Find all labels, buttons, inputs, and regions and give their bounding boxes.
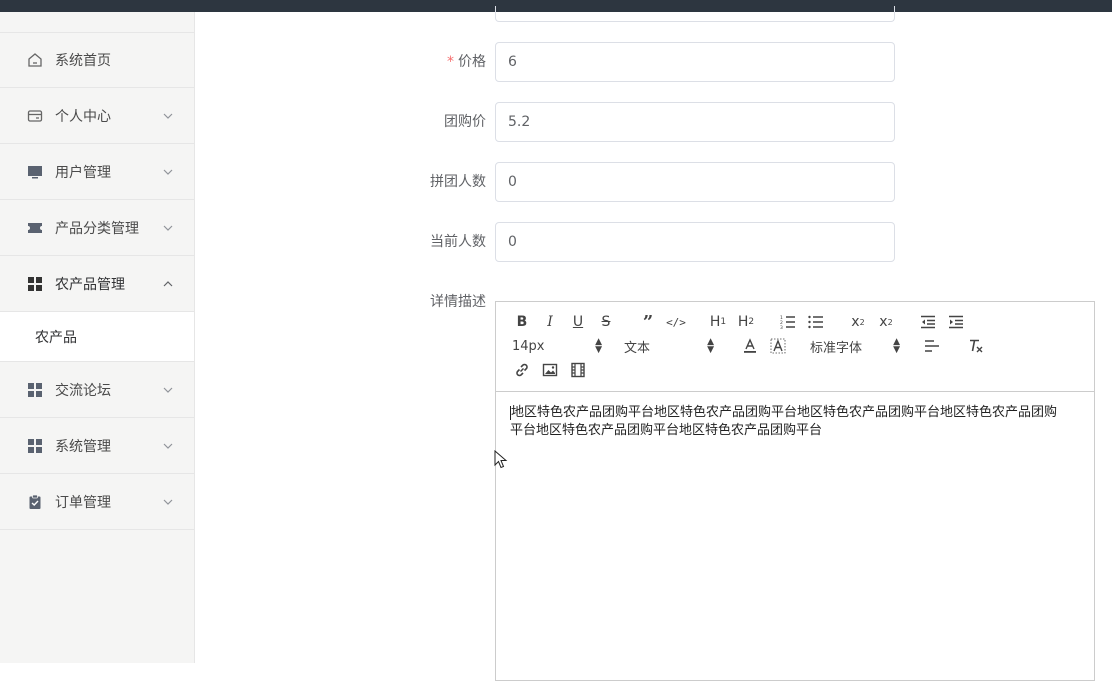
sidebar-item-product-management[interactable]: 农产品管理 <box>0 256 194 312</box>
toolbar-row-2: 14px ▲ ▼ 文本 ▲ ▼ 标准字体 ▲ ▼ <box>508 334 990 358</box>
indent-button[interactable] <box>942 310 970 334</box>
form-row-price: * 价格 <box>396 42 896 82</box>
sidebar-item-label: 农产品管理 <box>55 276 125 293</box>
updown-arrow-icon: ▲ ▼ <box>893 337 900 355</box>
link-icon <box>516 363 528 377</box>
chevron-up-icon <box>163 280 173 286</box>
sidebar-item-system-management[interactable]: 系统管理 <box>0 418 194 474</box>
clipboard-icon <box>27 494 43 510</box>
sidebar-item-personal-center[interactable]: 个人中心 <box>0 88 194 144</box>
previous-field-input[interactable] <box>495 6 895 22</box>
align-button[interactable] <box>918 334 946 358</box>
group-size-input[interactable] <box>495 162 895 202</box>
sidebar-item-category-management[interactable]: 产品分类管理 <box>0 200 194 256</box>
card-icon <box>27 108 43 124</box>
underline-button[interactable]: U <box>564 310 592 334</box>
mouse-pointer-icon <box>494 450 508 469</box>
blockquote-button[interactable]: ” <box>634 310 662 334</box>
sidebar-item-label: 产品分类管理 <box>55 220 139 237</box>
strikethrough-button[interactable]: S <box>592 310 620 334</box>
sidebar-item-forum[interactable]: 交流论坛 <box>0 362 194 418</box>
heading-1-button[interactable]: H1 <box>704 310 732 334</box>
bold-button[interactable]: B <box>508 310 536 334</box>
editor-toolbar: B I U S ” </> H1 H2 123 x2 x2 14px ▲ ▼ 文… <box>496 302 1094 392</box>
font-size-select[interactable]: 14px ▲ ▼ <box>508 334 606 358</box>
superscript-button[interactable]: x2 <box>872 310 900 334</box>
clear-format-icon <box>970 339 983 353</box>
sidebar-item-label: 个人中心 <box>55 108 111 125</box>
grid-icon <box>27 276 43 292</box>
sidebar-subitem-products[interactable]: 农产品 <box>0 312 194 362</box>
sidebar-item-label: 系统管理 <box>55 438 111 455</box>
code-block-button[interactable]: </> <box>662 310 690 334</box>
price-label: * 价格 <box>447 54 486 70</box>
sidebar-item-user-management[interactable]: 用户管理 <box>0 144 194 200</box>
form-row-group-price: 团购价 <box>396 102 896 142</box>
font-color-button[interactable] <box>736 334 764 358</box>
clear-format-button[interactable] <box>962 334 990 358</box>
sidebar-item-label: 订单管理 <box>55 494 111 511</box>
svg-text:3: 3 <box>780 325 783 329</box>
required-mark: * <box>447 54 454 70</box>
chevron-down-icon <box>163 387 173 393</box>
chevron-down-icon <box>163 443 173 449</box>
chevron-down-icon <box>163 169 173 175</box>
video-icon <box>571 362 585 378</box>
price-input[interactable] <box>495 42 895 82</box>
sidebar-item-label: 用户管理 <box>55 164 111 181</box>
subscript-button[interactable]: x2 <box>844 310 872 334</box>
grid-icon <box>27 438 43 454</box>
description-label: 详情描述 <box>430 294 486 310</box>
sidebar-item-label: 系统首页 <box>55 53 111 69</box>
home-icon <box>27 52 43 68</box>
toolbar-row-3 <box>508 358 592 382</box>
heading-2-button[interactable]: H2 <box>732 310 760 334</box>
sidebar-item-label: 交流论坛 <box>55 382 111 399</box>
sidebar-item-home[interactable]: 系统首页 <box>0 32 194 88</box>
font-color-icon <box>744 338 756 353</box>
form-row-group-size: 拼团人数 <box>396 162 896 202</box>
chevron-down-icon <box>163 225 173 231</box>
ticket-icon <box>27 220 43 236</box>
italic-button[interactable]: I <box>536 310 564 334</box>
text-type-select[interactable]: 文本 ▲ ▼ <box>620 334 718 358</box>
background-color-button[interactable] <box>764 334 792 358</box>
rich-text-editor: B I U S ” </> H1 H2 123 x2 x2 14px ▲ ▼ 文… <box>495 301 1095 681</box>
sidebar-menu: 系统首页 个人中心 用户管理 产品分类管理 农产品管理 农产品 交流论坛 系统管… <box>0 12 195 663</box>
image-icon <box>542 363 558 377</box>
outdent-button[interactable] <box>914 310 942 334</box>
form-row-current-count: 当前人数 <box>396 222 896 262</box>
monitor-icon <box>27 164 43 180</box>
bullet-list-icon <box>808 315 823 329</box>
updown-arrow-icon: ▲ ▼ <box>595 337 602 355</box>
chevron-down-icon <box>163 499 173 505</box>
font-family-select[interactable]: 标准字体 ▲ ▼ <box>806 334 904 358</box>
sidebar-subitem-label: 农产品 <box>35 329 77 346</box>
current-count-input[interactable] <box>495 222 895 262</box>
image-button[interactable] <box>536 358 564 382</box>
grid-icon <box>27 382 43 398</box>
ordered-list-icon: 123 <box>780 315 795 329</box>
bullet-list-button[interactable] <box>802 310 830 334</box>
group-price-label: 团购价 <box>444 114 486 130</box>
group-price-input[interactable] <box>495 102 895 142</box>
editor-content-area[interactable]: 地区特色农产品团购平台地区特色农产品团购平台地区特色农产品团购平台地区特色农产品… <box>496 392 1076 452</box>
toolbar-row-1: B I U S ” </> H1 H2 123 x2 x2 <box>508 310 970 334</box>
group-size-label: 拼团人数 <box>430 174 486 190</box>
outdent-icon <box>921 315 935 329</box>
link-button[interactable] <box>508 358 536 382</box>
indent-icon <box>949 315 963 329</box>
video-button[interactable] <box>564 358 592 382</box>
sidebar-item-order-management[interactable]: 订单管理 <box>0 474 194 530</box>
current-count-label: 当前人数 <box>430 234 486 250</box>
editor-content-text: 地区特色农产品团购平台地区特色农产品团购平台地区特色农产品团购平台地区特色农产品… <box>510 405 1058 438</box>
updown-arrow-icon: ▲ ▼ <box>707 337 714 355</box>
main-content: *价格 团购价 拼团人数 当前人数 详情描述 B I U S ” </> H1 … <box>196 6 1112 681</box>
align-left-icon <box>925 340 939 352</box>
background-color-icon <box>770 338 786 354</box>
ordered-list-button[interactable]: 123 <box>774 310 802 334</box>
chevron-down-icon <box>163 113 173 119</box>
